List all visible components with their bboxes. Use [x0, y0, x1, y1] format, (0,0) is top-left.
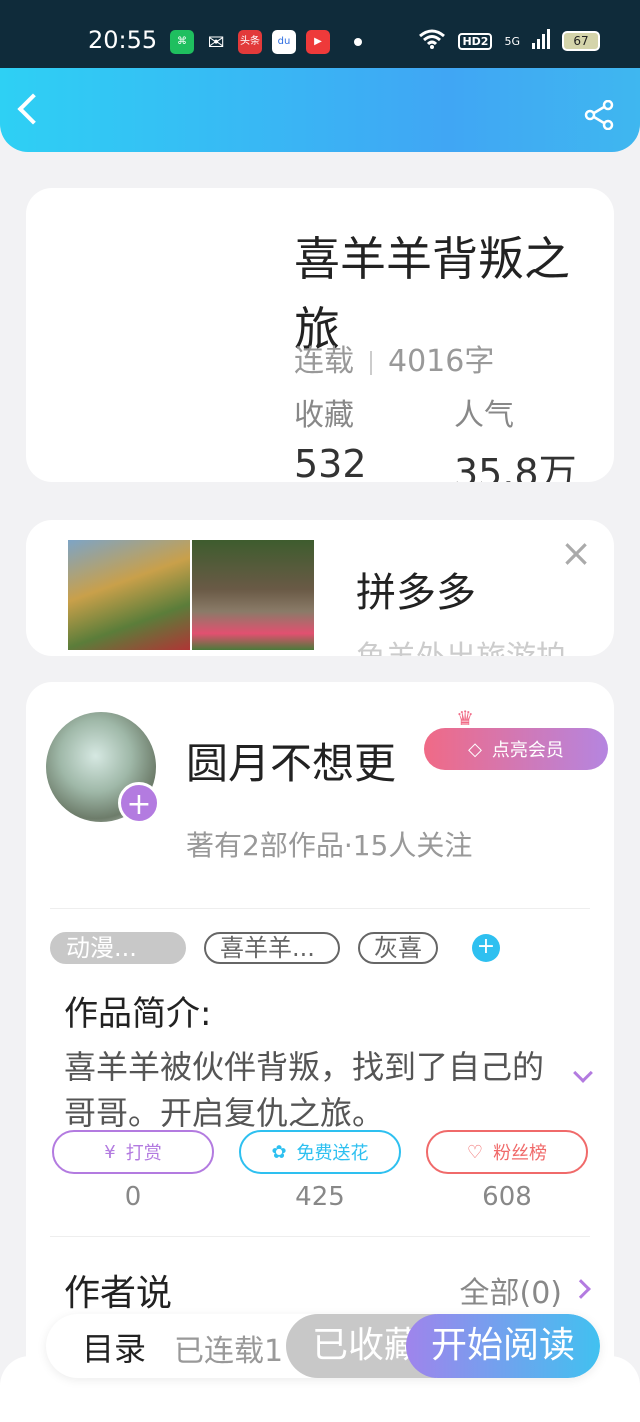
signal-label: 5G	[504, 34, 520, 48]
send-flower-button[interactable]: ✿ 免费送花	[239, 1130, 401, 1174]
fan-count: 608	[482, 1182, 532, 1212]
wifi-icon	[418, 28, 446, 54]
favorites-value: 532	[294, 442, 367, 482]
user-heart-icon: ♡	[466, 1141, 484, 1163]
add-tag-icon[interactable]: +	[472, 934, 500, 962]
reading-action-bar: 目录 已连载1 已收藏 开始阅读	[46, 1314, 600, 1378]
toc-button[interactable]: 目录	[82, 1324, 146, 1370]
fan-rank-button[interactable]: ♡ 粉丝榜	[426, 1130, 588, 1174]
meta-divider	[370, 350, 372, 375]
tip-count: 0	[124, 1182, 142, 1212]
favorites-label: 收藏	[294, 398, 354, 433]
top-navbar	[0, 68, 640, 152]
author-say-all[interactable]: 全部(0)	[460, 1268, 563, 1312]
ad-images[interactable]	[68, 540, 314, 650]
diamond-icon: ◇	[468, 738, 482, 760]
tag-item[interactable]: 动漫...	[50, 932, 186, 964]
crown-icon: ♛	[456, 706, 474, 730]
divider	[50, 1236, 590, 1237]
author-stats: 著有2部作品·15人关注	[186, 829, 473, 862]
wechat-mini-icon: ⌘	[170, 30, 194, 54]
status-bar: 20:55 ⌘ ✉ 头条 du ▶ HD2 5G 67	[0, 0, 640, 70]
vip-label: 点亮会员	[491, 740, 564, 761]
tip-button[interactable]: ¥ 打赏	[52, 1130, 214, 1174]
author-card: + 圆月不想更 ♛ ◇ 点亮会员 著有2部作品·15人关注 动漫... 喜羊羊.…	[26, 682, 614, 1422]
book-status: 连载	[294, 344, 354, 379]
intro-title: 作品简介:	[64, 994, 212, 1034]
flower-icon: ✿	[271, 1141, 287, 1163]
hd-badge: HD2	[458, 32, 493, 50]
word-count: 4016字	[388, 344, 495, 379]
ad-brand: 拼多多	[356, 570, 476, 616]
ad-image-1	[68, 540, 190, 650]
book-info-card: 喜羊羊背叛之旅 连载 4016字 收藏 人气 532 35.8万	[26, 188, 614, 482]
tag-item[interactable]: 喜羊羊...	[204, 932, 340, 964]
popularity-value: 35.8万	[454, 451, 577, 482]
ad-image-2	[192, 540, 314, 650]
chevron-down-icon[interactable]	[573, 1063, 593, 1083]
battery-icon: 67	[562, 31, 600, 51]
author-name[interactable]: 圆月不想更	[186, 730, 396, 791]
back-arrow-icon[interactable]	[17, 93, 49, 125]
popularity-label: 人气	[454, 398, 514, 433]
vip-button[interactable]: ◇ 点亮会员	[424, 728, 608, 770]
yen-icon: ¥	[104, 1141, 116, 1163]
fan-rank-label: 粉丝榜	[493, 1143, 548, 1164]
share-icon[interactable]	[584, 99, 614, 131]
ad-subtitle: 鱼羊外出旅游拍	[356, 632, 566, 656]
ad-card[interactable]: 拼多多 鱼羊外出旅游拍 ×	[26, 520, 614, 656]
wechat-icon: ✉	[207, 30, 225, 54]
divider	[50, 908, 590, 909]
tip-label: 打赏	[125, 1143, 162, 1164]
baidu-icon: du	[272, 30, 296, 54]
flower-count: 425	[295, 1182, 345, 1212]
tag-item[interactable]: 灰喜	[358, 932, 438, 964]
tag-list: 动漫... 喜羊羊... 灰喜 +	[50, 932, 500, 964]
video-icon: ▶	[306, 30, 330, 54]
intro-text: 喜羊羊被伙伴背叛，找到了自己的哥哥。开启复仇之旅。	[64, 1048, 545, 1132]
book-meta: 连载 4016字	[294, 336, 494, 380]
serial-status: 已连载1	[174, 1334, 284, 1369]
status-time: 20:55	[88, 26, 158, 54]
follow-plus-icon[interactable]: +	[118, 782, 160, 824]
chevron-right-icon[interactable]	[571, 1279, 591, 1299]
notification-dot	[354, 38, 362, 46]
flower-label: 免费送花	[296, 1143, 369, 1164]
author-say-title: 作者说	[64, 1273, 173, 1314]
signal-icon	[532, 29, 550, 53]
start-reading-button[interactable]: 开始阅读	[406, 1314, 600, 1378]
toutiao-icon: 头条	[238, 30, 262, 54]
close-icon[interactable]: ×	[560, 534, 592, 572]
